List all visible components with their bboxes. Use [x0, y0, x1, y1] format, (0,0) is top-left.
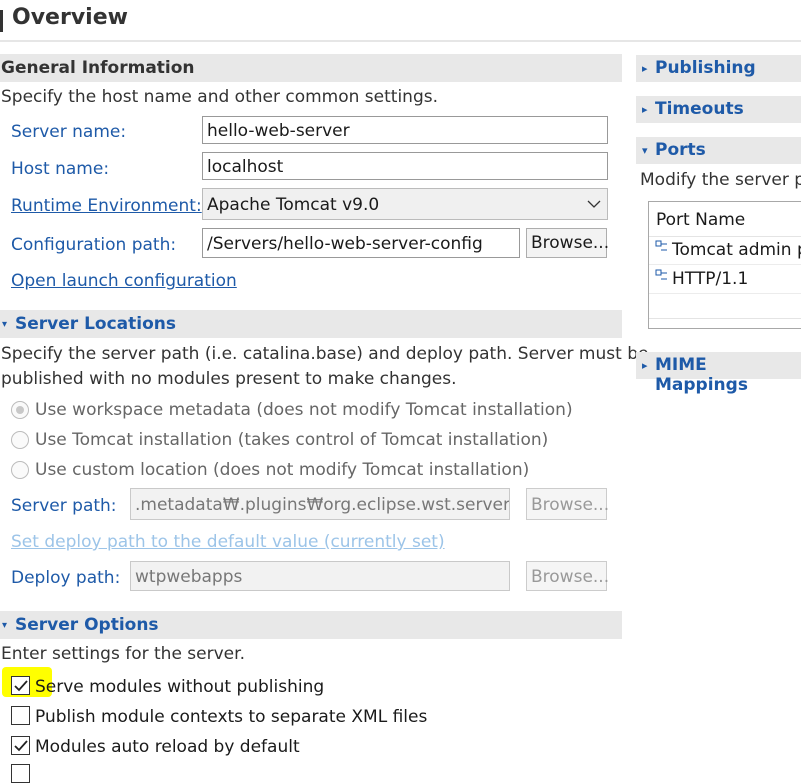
collapse-triangle-icon: ▾: [642, 144, 648, 157]
server-path-field[interactable]: .metadata₩.plugins₩org.eclipse.wst.serve…: [130, 488, 510, 520]
checkbox-serve-modules-label: Serve modules without publishing: [35, 677, 325, 697]
set-deploy-path-link[interactable]: Set deploy path to the default value (cu…: [11, 532, 445, 552]
port-icon: [655, 240, 667, 251]
host-name-label: Host name:: [11, 159, 110, 179]
open-launch-configuration-link[interactable]: Open launch configuration: [11, 271, 237, 291]
runtime-environment-select[interactable]: Apache Tomcat v9.0: [202, 188, 608, 220]
checkbox-serve-modules[interactable]: [11, 676, 30, 695]
server-options-title: Server Options: [15, 615, 159, 635]
publishing-section-header[interactable]: ▸ Publishing: [636, 55, 801, 82]
page-title: Overview: [12, 5, 128, 30]
timeouts-title: Timeouts: [655, 99, 744, 119]
server-locations-header[interactable]: ▾ Server Locations: [0, 310, 622, 338]
ports-section-header[interactable]: ▾ Ports: [636, 137, 801, 164]
ports-scrollbar-line: [649, 318, 801, 319]
host-name-field[interactable]: localhost: [202, 152, 608, 180]
server-name-field[interactable]: hello-web-server: [202, 116, 608, 144]
title-edge-mark: [0, 10, 3, 32]
ports-header-divider: [649, 236, 801, 237]
general-description: Specify the host name and other common s…: [1, 87, 439, 107]
ports-description: Modify the server p: [640, 170, 801, 190]
port-row-tomcat-admin[interactable]: Tomcat admin p: [672, 240, 801, 260]
checkbox-modules-auto-reload-label: Modules auto reload by default: [35, 737, 300, 757]
ports-row-divider: [649, 264, 801, 265]
general-information-header: General Information: [0, 54, 622, 82]
ports-column-header[interactable]: Port Name: [656, 210, 745, 230]
collapse-triangle-icon: ▾: [2, 319, 8, 330]
ports-title: Ports: [655, 140, 706, 160]
checkbox-publish-module-contexts-label: Publish module contexts to separate XML …: [35, 707, 428, 727]
radio-workspace-metadata[interactable]: [11, 401, 29, 419]
checkbox-modules-auto-reload[interactable]: [11, 736, 30, 755]
checkmark-icon: [14, 680, 28, 692]
server-options-description: Enter settings for the server.: [1, 644, 245, 664]
expand-triangle-icon: ▸: [642, 62, 648, 75]
server-locations-title: Server Locations: [15, 314, 176, 334]
chevron-down-icon[interactable]: [587, 199, 601, 209]
server-path-label: Server path:: [11, 496, 117, 516]
server-options-header[interactable]: ▾ Server Options: [0, 611, 622, 639]
configuration-path-field[interactable]: /Servers/hello-web-server-config: [202, 228, 520, 258]
mime-mappings-title: MIME Mappings: [655, 355, 748, 395]
expand-triangle-icon: ▸: [642, 103, 648, 116]
runtime-environment-link[interactable]: Runtime Environment:: [11, 196, 202, 216]
locations-description-line1: Specify the server path (i.e. catalina.b…: [1, 344, 649, 364]
radio-tomcat-installation-label: Use Tomcat installation (takes control o…: [35, 430, 549, 450]
radio-workspace-metadata-label: Use workspace metadata (does not modify …: [35, 400, 573, 420]
deploy-path-label: Deploy path:: [11, 568, 121, 588]
mime-mappings-section-header[interactable]: ▸ MIME Mappings: [636, 352, 801, 395]
ports-row-divider: [649, 293, 801, 294]
server-path-browse-button[interactable]: Browse...: [526, 488, 609, 520]
publishing-title: Publishing: [655, 58, 756, 78]
deploy-path-field[interactable]: wtpwebapps: [130, 561, 510, 591]
port-icon: [655, 269, 667, 280]
deploy-path-browse-button[interactable]: Browse...: [526, 561, 609, 591]
collapse-triangle-icon: ▾: [2, 620, 8, 631]
timeouts-section-header[interactable]: ▸ Timeouts: [636, 96, 801, 123]
configuration-path-label: Configuration path:: [11, 235, 177, 255]
checkmark-icon: [14, 740, 28, 752]
server-name-label: Server name:: [11, 122, 127, 142]
checkbox-publish-module-contexts[interactable]: [11, 706, 30, 725]
radio-custom-location-label: Use custom location (does not modify Tom…: [35, 460, 530, 480]
expand-triangle-icon: ▸: [642, 359, 648, 372]
locations-description-line2: published with no modules present to mak…: [1, 369, 457, 389]
runtime-environment-value: Apache Tomcat v9.0: [207, 195, 380, 215]
config-browse-button[interactable]: Browse...: [526, 228, 609, 258]
radio-custom-location[interactable]: [11, 461, 29, 479]
port-row-http[interactable]: HTTP/1.1: [672, 269, 748, 289]
general-information-title: General Information: [1, 58, 195, 78]
radio-tomcat-installation[interactable]: [11, 431, 29, 449]
